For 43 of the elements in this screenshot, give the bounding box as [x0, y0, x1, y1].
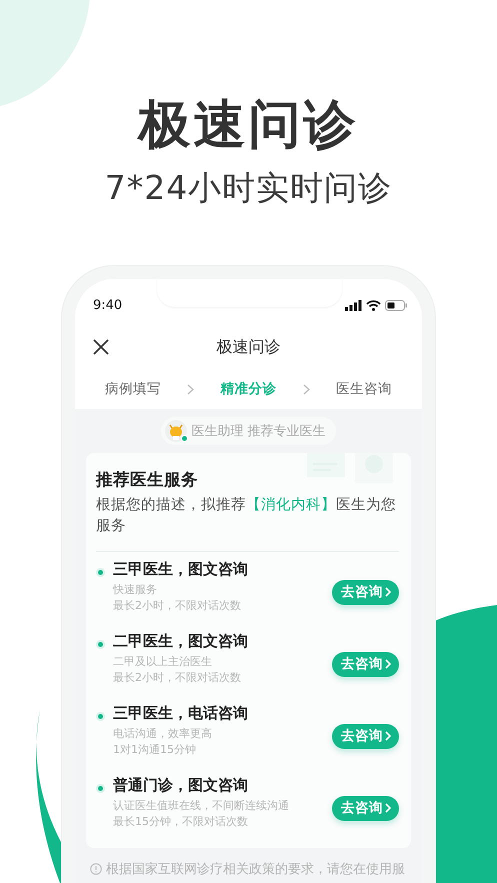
policy-note: 根据国家互联网诊疗相关政策的要求，请您在使用服 [106, 861, 405, 878]
service-detail: 最长2小时，不限对话次数 [113, 598, 242, 614]
bullet-icon [98, 570, 103, 575]
service-name: 普通门诊，图文咨询 [113, 775, 249, 796]
assistant-label: 医生助理 推荐专业医生 [191, 423, 326, 440]
card-title: 推荐医生服务 [96, 469, 198, 491]
service-detail: 电话沟通，效率更高 [113, 726, 213, 742]
consult-button[interactable]: 去咨询 [332, 724, 399, 748]
bullet-icon [98, 786, 103, 791]
chevron-icon [385, 587, 391, 597]
status-time: 9:40 [93, 298, 122, 312]
step-tab[interactable]: 精准分诊 [220, 380, 276, 398]
consult-button[interactable]: 去咨询 [332, 580, 399, 604]
recommendation-text: 根据您的描述，拟推荐【消化内科】医生为您服务 [96, 496, 397, 536]
battery-icon [385, 300, 408, 310]
info-icon [90, 863, 102, 875]
headline: 极速问诊 [138, 94, 358, 157]
chevron-icon [385, 731, 391, 741]
bullet-icon [98, 714, 103, 719]
service-detail: 1对1沟通15分钟 [113, 742, 197, 758]
step-tab[interactable]: 病例填写 [105, 380, 161, 398]
service-name: 三甲医生，图文咨询 [113, 559, 249, 580]
service-detail: 二甲及以上主治医生 [113, 654, 213, 670]
close-icon[interactable] [93, 339, 109, 355]
chevron-icon [385, 803, 391, 813]
wifi-icon [366, 300, 381, 310]
bullet-icon [98, 642, 103, 647]
chevron-icon [385, 659, 391, 669]
step-tab[interactable]: 医生咨询 [336, 380, 392, 398]
service-detail: 认证医生值班在线，不间断连续沟通 [113, 798, 290, 814]
signal-icon [345, 300, 362, 310]
service-name: 三甲医生，电话咨询 [113, 703, 249, 724]
avatar-icon [165, 420, 188, 442]
service-detail: 最长2小时，不限对话次数 [113, 670, 242, 686]
nav-title: 极速问诊 [216, 336, 280, 358]
subtitle: 7*24小时实时问诊 [104, 167, 392, 209]
consult-button[interactable]: 去咨询 [332, 652, 399, 676]
service-name: 二甲医生，图文咨询 [113, 631, 249, 652]
chevron-icon [302, 384, 310, 394]
consult-button[interactable]: 去咨询 [332, 796, 399, 820]
service-detail: 快速服务 [113, 582, 158, 598]
chevron-icon [187, 384, 194, 394]
service-detail: 最长15分钟，不限对话次数 [113, 814, 249, 830]
